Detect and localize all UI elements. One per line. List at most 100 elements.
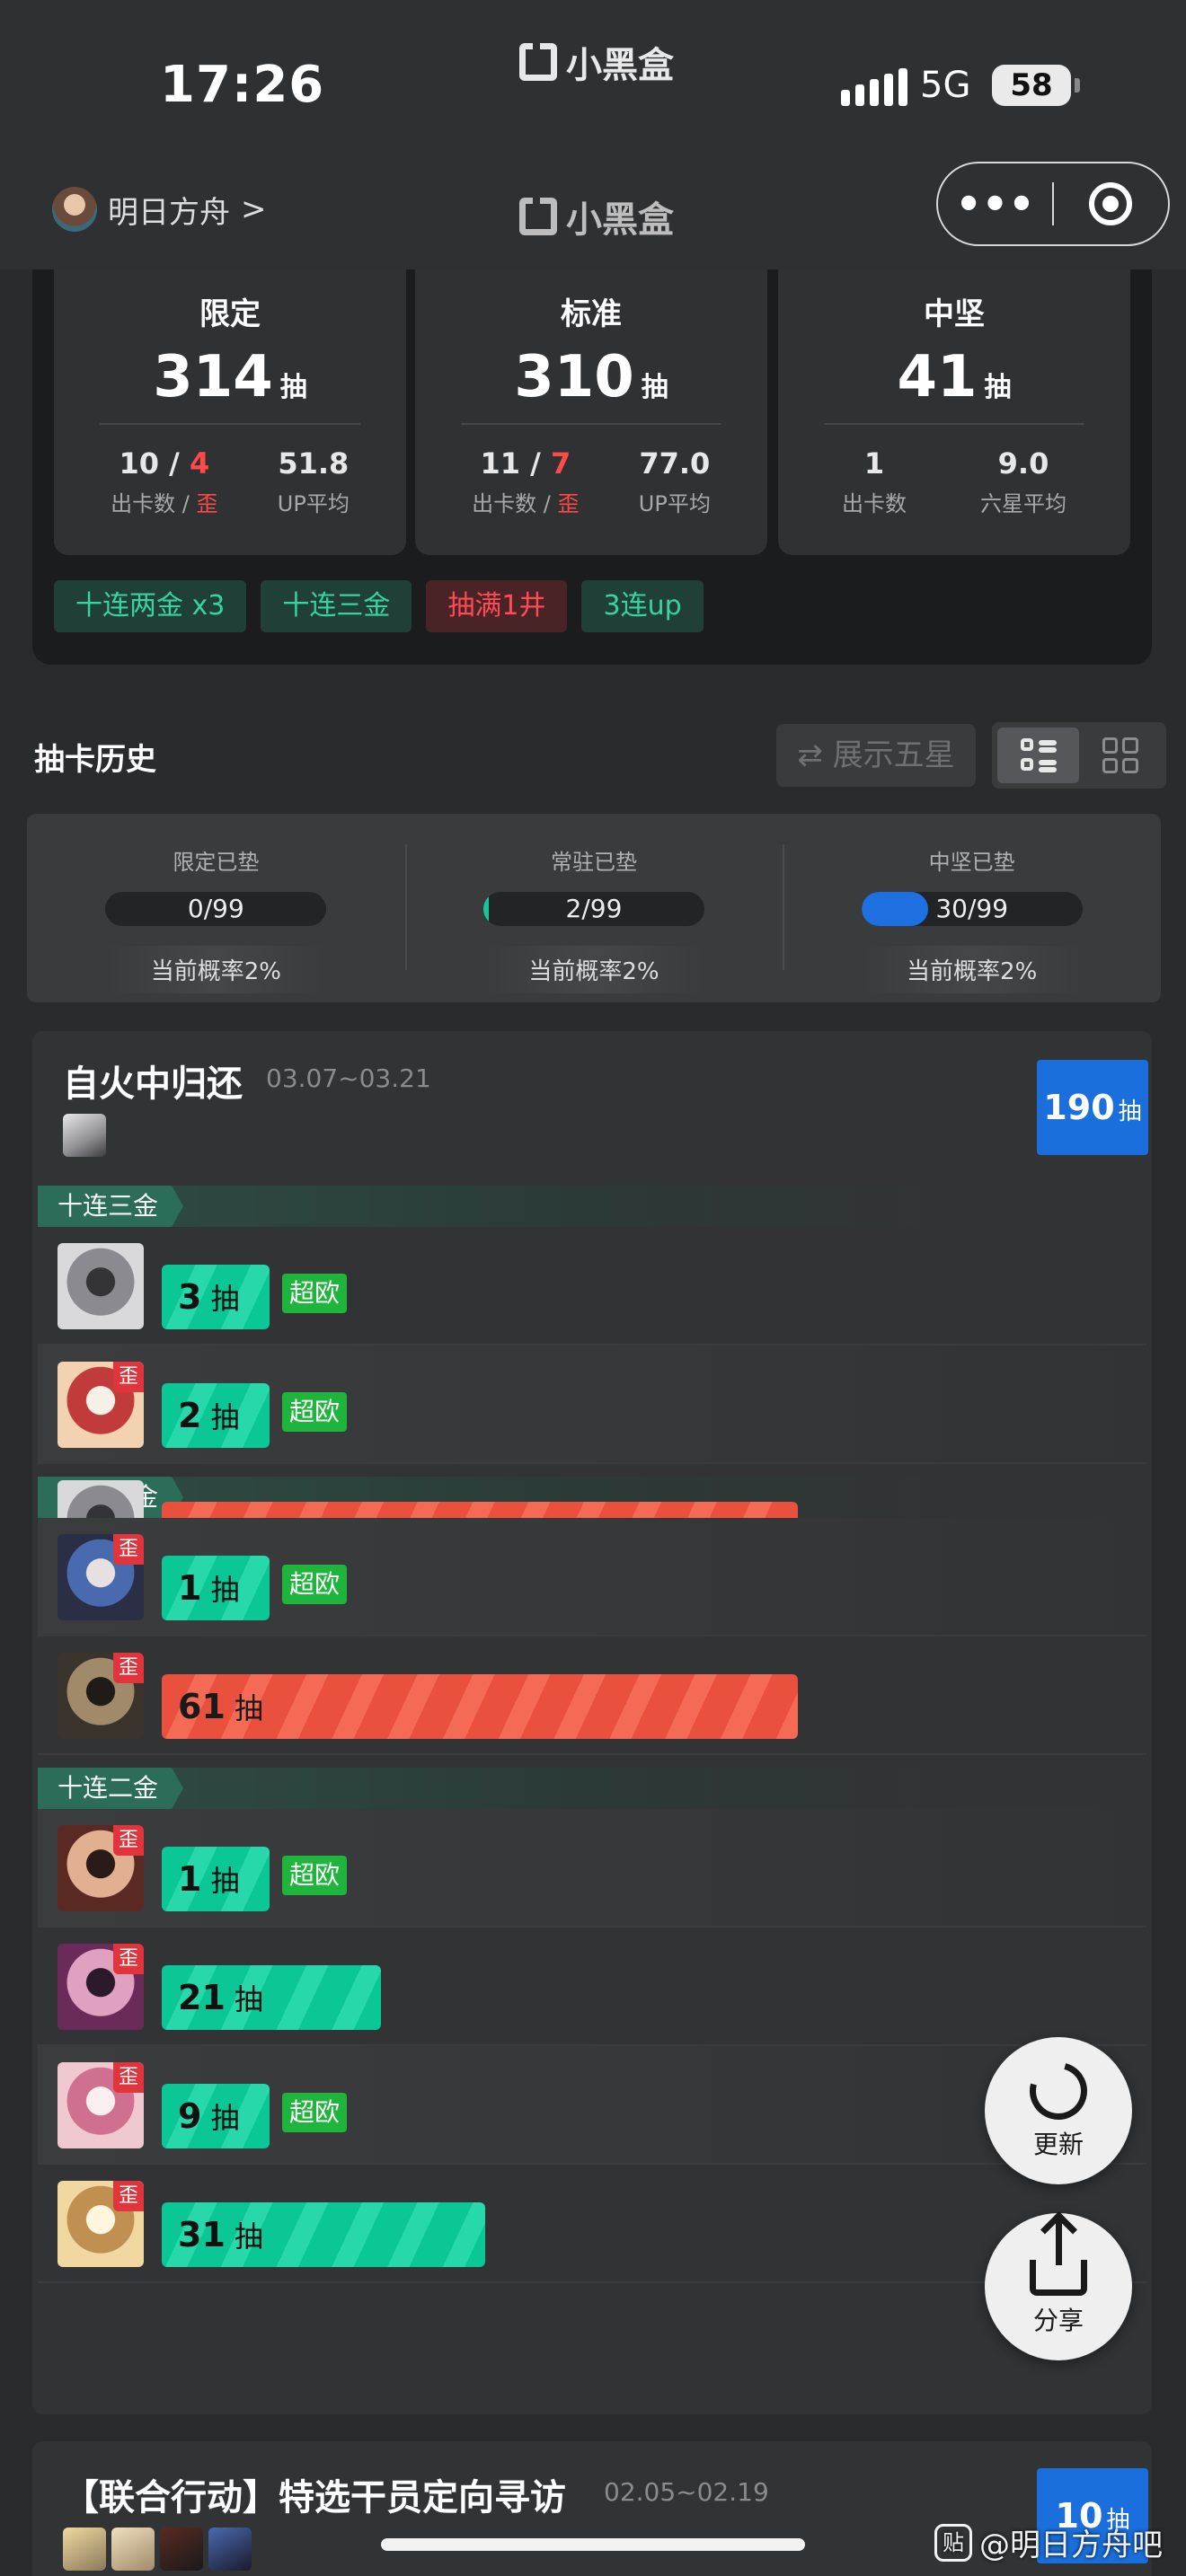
refresh-button[interactable]: 更新 xyxy=(985,2037,1132,2184)
status-time: 17:26 xyxy=(160,56,325,114)
refresh-label: 更新 xyxy=(1032,2130,1084,2159)
stat-obtained: 11 / 7 出卡数 / 歪 xyxy=(472,446,580,516)
lucky-badge: 超欧 xyxy=(282,1565,348,1604)
brand-logo-icon xyxy=(519,198,557,235)
banner-dates: 03.07~03.21 xyxy=(266,1063,431,1093)
pull-count-bar: 31 抽 xyxy=(162,2202,485,2267)
network-type: 5G xyxy=(920,65,971,106)
group-header: 十连二金 xyxy=(38,1768,936,1809)
operator-avatar: 歪 xyxy=(58,2062,144,2148)
game-switch-link[interactable]: 明日方舟 > xyxy=(52,187,267,232)
pull-count-bar: 21 抽 xyxy=(162,1965,381,2030)
pity-progress-bar: 0/99 xyxy=(105,892,327,926)
history-title: 抽卡历史 xyxy=(34,742,156,778)
banner-total-badge: 190 抽 xyxy=(1037,1060,1148,1155)
tag: 十连两金 x3 xyxy=(54,580,247,632)
pool-card-kernel: 中坚 41 抽 1 出卡数 9.0 六星平均 xyxy=(778,269,1130,555)
pity-rate: 当前概率2% xyxy=(861,946,1083,993)
pull-row[interactable]: 歪 2 抽超欧 xyxy=(38,1345,1146,1464)
operator-avatar xyxy=(58,1243,144,1329)
pool-count: 41 抽 xyxy=(897,344,1012,410)
more-icon[interactable]: ••• xyxy=(938,163,1052,244)
pull-row[interactable]: 歪 61 抽 xyxy=(38,1636,1146,1755)
divider xyxy=(461,423,721,425)
grid-view-icon xyxy=(1102,737,1138,773)
brand-top: 小黑盒 xyxy=(519,36,674,88)
top-header: 17:26 小黑盒 5G 58 明日方舟 > 小黑盒 ••• xyxy=(0,0,1186,269)
show-five-star-toggle[interactable]: ⇄ 展示五星 xyxy=(776,724,976,787)
operator-avatar: 歪 xyxy=(58,1362,144,1448)
pull-row[interactable]: 3 抽超欧 xyxy=(38,1227,1146,1345)
grid-view-button[interactable] xyxy=(1079,728,1161,783)
view-mode-toggle xyxy=(992,722,1166,789)
lucky-badge: 超欧 xyxy=(282,1392,348,1432)
brand-logo-icon xyxy=(519,43,557,81)
pull-row[interactable]: 歪 1 抽超欧 xyxy=(38,1809,1146,1928)
list-view-button[interactable] xyxy=(997,728,1079,783)
operator-avatar: 歪 xyxy=(58,1825,144,1911)
pool-count: 314 抽 xyxy=(153,344,307,410)
off-banner-badge: 歪 xyxy=(113,1534,144,1565)
lucky-badge: 超欧 xyxy=(282,2093,348,2132)
banner-dates: 02.05~02.19 xyxy=(604,2477,769,2507)
pull-count-bar: 9抽 xyxy=(162,2084,270,2148)
pull-count-bar: 61抽 xyxy=(162,1674,798,1739)
share-label: 分享 xyxy=(1032,2306,1084,2335)
banner-title: 自火中归还 xyxy=(63,1063,243,1105)
pool-name: 限定 xyxy=(199,296,261,332)
pity-label: 限定已垫 xyxy=(173,850,260,875)
pity-panel: 限定已垫 0/99 当前概率2% 常驻已垫 2/99 当前概率2% 中坚已垫 3… xyxy=(27,814,1161,1002)
pull-row[interactable]: 歪 31 抽 xyxy=(38,2165,1146,2283)
operator-avatar: 歪 xyxy=(58,2181,144,2267)
battery-icon: 58 xyxy=(992,65,1080,106)
brand-name: 小黑盒 xyxy=(566,199,674,241)
game-name: 明日方舟 xyxy=(108,194,230,231)
stat-average: 51.8 UP平均 xyxy=(277,446,350,516)
summary-card: 限定 314 抽 10 / 4 出卡数 / 歪 51.8 UP平均 标准 310 抽… xyxy=(32,269,1152,665)
pity-standard: 常驻已垫 2/99 当前概率2% xyxy=(404,814,783,1002)
stat-obtained: 1 出卡数 xyxy=(842,446,907,516)
pull-row[interactable]: 歪 9 抽超欧 xyxy=(38,2046,1146,2165)
operator-avatar: 歪 xyxy=(58,1534,144,1620)
operator-avatar: 歪 xyxy=(58,1653,144,1739)
pool-stats: 1 出卡数 9.0 六星平均 xyxy=(778,446,1130,517)
divider xyxy=(100,423,360,425)
group-header: 十连三金 xyxy=(38,1186,936,1227)
pull-row[interactable]: 歪 1 抽超欧 xyxy=(38,1518,1146,1636)
pull-count-bar: 2抽 xyxy=(162,1383,270,1448)
brand-header: 小黑盒 xyxy=(519,190,674,243)
pity-limited: 限定已垫 0/99 当前概率2% xyxy=(27,814,405,1002)
pull-count-bar: 1抽 xyxy=(162,1556,270,1620)
pool-stats: 11 / 7 出卡数 / 歪 77.0 UP平均 xyxy=(415,446,767,517)
brand-name: 小黑盒 xyxy=(566,45,674,86)
lucky-badge: 超欧 xyxy=(282,1274,348,1313)
tag: 3连up xyxy=(581,580,704,632)
pity-progress-bar: 30/99 xyxy=(861,892,1083,926)
off-banner-badge: 歪 xyxy=(113,1825,144,1856)
pool-name: 中坚 xyxy=(924,296,985,332)
banner-card: 自火中归还 03.07~03.21 190抽 十连三金 十连二金 十连二金 3抽… xyxy=(32,1031,1152,2414)
refresh-icon xyxy=(1019,2051,1098,2130)
home-indicator[interactable] xyxy=(381,2538,805,2551)
mini-program-capsule: ••• xyxy=(936,162,1170,246)
pool-card-limited: 限定 314 抽 10 / 4 出卡数 / 歪 51.8 UP平均 xyxy=(54,269,406,555)
pity-rate: 当前概率2% xyxy=(105,946,327,993)
list-view-icon xyxy=(1020,738,1057,772)
pool-count: 310 抽 xyxy=(514,344,668,410)
stat-obtained: 10 / 4 出卡数 / 歪 xyxy=(111,446,218,516)
tag: 抽满1井 xyxy=(426,580,568,632)
signal-icon xyxy=(841,68,907,106)
divider xyxy=(824,423,1084,425)
off-banner-badge: 歪 xyxy=(113,1362,144,1392)
banner-title: 【联合行动】特选干员定向寻访 xyxy=(63,2477,566,2519)
off-banner-badge: 歪 xyxy=(113,1653,144,1683)
pity-label: 常驻已垫 xyxy=(551,850,637,875)
lucky-badge: 超欧 xyxy=(282,1856,348,1895)
game-avatar xyxy=(52,187,97,232)
close-mini-program-button[interactable] xyxy=(1054,163,1168,244)
banner-operator-thumb xyxy=(63,1114,106,1157)
share-button[interactable]: 分享 xyxy=(985,2213,1132,2360)
off-banner-badge: 歪 xyxy=(113,2181,144,2211)
pull-row[interactable]: 歪 21 抽 xyxy=(38,1928,1146,2046)
pull-count-bar: 1抽 xyxy=(162,1847,270,1911)
